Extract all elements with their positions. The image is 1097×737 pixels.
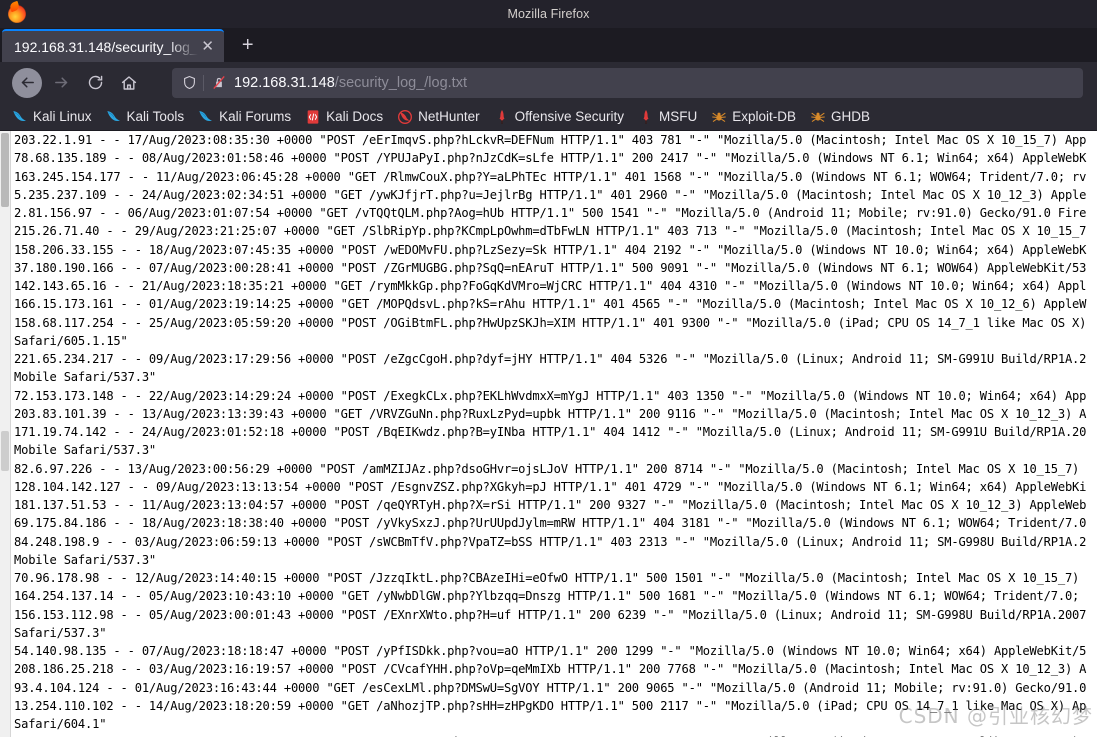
- window-title: Mozilla Firefox: [507, 7, 590, 21]
- bookmark-kali-forums[interactable]: Kali Forums: [198, 109, 291, 125]
- bookmark-label: Kali Linux: [33, 109, 92, 124]
- vertical-scrollbar[interactable]: [0, 131, 11, 737]
- navigation-toolbar: 192.168.31.148/security_log_/log.txt: [0, 62, 1097, 103]
- bookmark-label: NetHunter: [418, 109, 480, 124]
- url-host: 192.168.31.148: [234, 74, 335, 91]
- tab-security-log[interactable]: 192.168.31.148/security_log_ ✕: [2, 29, 224, 62]
- shield-icon[interactable]: [180, 75, 198, 90]
- bookmark-msfu[interactable]: MSFU: [638, 109, 697, 125]
- bookmark-label: GHDB: [831, 109, 871, 124]
- close-icon[interactable]: ✕: [198, 37, 218, 57]
- bookmark-label: Kali Forums: [219, 109, 292, 124]
- scrollbar-thumb-secondary[interactable]: [1, 431, 9, 471]
- back-button[interactable]: [12, 67, 42, 98]
- home-button[interactable]: [114, 68, 144, 98]
- bookmark-exploit-db[interactable]: Exploit-DB: [711, 109, 796, 125]
- address-bar-divider: [203, 74, 204, 91]
- scrollbar-thumb[interactable]: [1, 133, 9, 207]
- address-bar[interactable]: 192.168.31.148/security_log_/log.txt: [172, 67, 1083, 98]
- bookmark-kali-linux[interactable]: Kali Linux: [12, 109, 92, 125]
- kali-dragon-icon: [106, 110, 120, 121]
- bookmarks-toolbar: Kali Linux Kali Tools Kali Forums Kali D…: [0, 103, 1097, 131]
- bookmark-ghdb[interactable]: GHDB: [810, 109, 870, 125]
- kali-docs-book-icon: [307, 109, 319, 124]
- log-text-viewport: 203.22.1.91 - - 17/Aug/2023:08:35:30 +00…: [11, 131, 1097, 737]
- bookmark-label: Exploit-DB: [732, 109, 797, 124]
- bookmark-kali-tools[interactable]: Kali Tools: [106, 109, 185, 125]
- bookmark-offensive-security[interactable]: Offensive Security: [494, 109, 624, 125]
- bookmark-label: Kali Tools: [126, 109, 185, 124]
- bookmark-label: MSFU: [658, 109, 698, 124]
- firefox-window: Mozilla Firefox 192.168.31.148/security_…: [0, 0, 1097, 737]
- new-tab-button[interactable]: +: [232, 30, 264, 60]
- kali-dragon-icon: [199, 110, 213, 121]
- bookmark-label: Offensive Security: [514, 109, 624, 124]
- page-content: 203.22.1.91 - - 17/Aug/2023:08:35:30 +00…: [0, 131, 1097, 737]
- nethunter-icon: [398, 109, 413, 124]
- spider-icon: [811, 112, 825, 122]
- access-log-text: 203.22.1.91 - - 17/Aug/2023:08:35:30 +00…: [14, 133, 1087, 737]
- bookmark-label: Kali Docs: [326, 109, 384, 124]
- tab-label: 192.168.31.148/security_log_: [14, 38, 198, 55]
- spider-icon: [712, 112, 727, 122]
- reload-button[interactable]: [80, 68, 110, 98]
- url-path: /security_log_/log.txt: [334, 74, 467, 91]
- tab-strip: 192.168.31.148/security_log_ ✕ +: [0, 28, 1097, 62]
- bookmark-kali-docs[interactable]: Kali Docs: [305, 109, 383, 125]
- forward-button[interactable]: [46, 68, 76, 98]
- window-title-bar: Mozilla Firefox: [0, 0, 1097, 28]
- bookmark-nethunter[interactable]: NetHunter: [397, 109, 480, 125]
- address-bar-url: 192.168.31.148/security_log_/log.txt: [234, 75, 467, 91]
- offsec-icon: [643, 109, 649, 124]
- offsec-icon: [499, 109, 505, 124]
- kali-dragon-icon: [13, 110, 26, 121]
- broken-lock-icon[interactable]: [211, 75, 227, 90]
- firefox-logo-icon: [8, 5, 26, 23]
